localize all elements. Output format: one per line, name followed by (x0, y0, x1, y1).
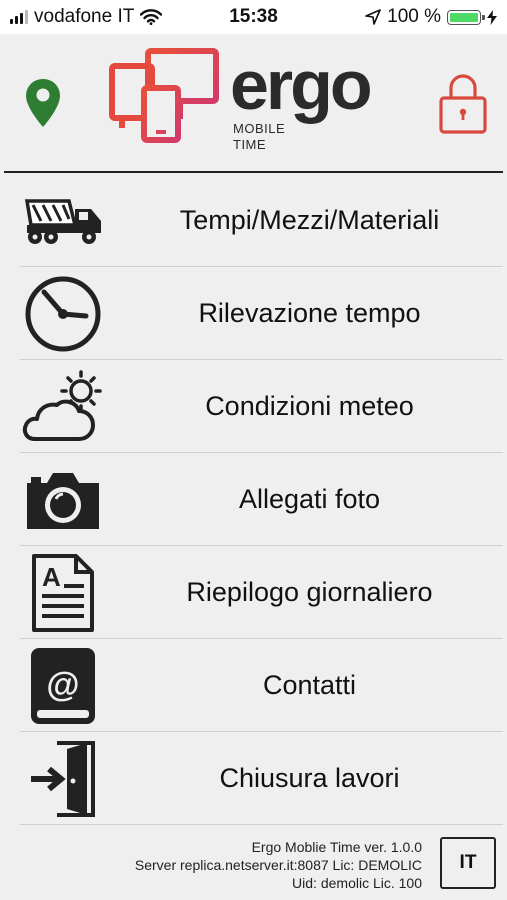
location-arrow-icon (365, 9, 381, 25)
menu-item-allegati-foto[interactable]: Allegati foto (0, 453, 507, 546)
svg-text:A: A (42, 562, 61, 592)
header-divider (4, 171, 503, 173)
weather-icon (20, 370, 106, 444)
clock-icon (20, 276, 106, 352)
menu-item-chiusura-lavori[interactable]: Chiusura lavori (0, 732, 507, 825)
lock-icon[interactable] (438, 72, 488, 134)
menu-item-label: Tempi/Mezzi/Materiali (179, 205, 440, 235)
menu-item-label: Riepilogo giornaliero (186, 577, 433, 607)
menu-item-label: Rilevazione tempo (198, 298, 421, 328)
menu-item-label: Chiusura lavori (219, 763, 400, 793)
language-button[interactable]: IT (440, 837, 496, 889)
logo-sub-line2: TIME (233, 137, 267, 152)
charging-bolt-icon (487, 9, 497, 25)
server-text: Server replica.netserver.it:8087 Lic: DE… (134, 857, 422, 873)
truck-icon (20, 184, 106, 258)
svg-text:@: @ (46, 666, 79, 704)
menu-item-label: Allegati foto (238, 484, 381, 514)
version-text: Ergo Moblie Time ver. 1.0.0 (251, 839, 422, 855)
menu-item-contatti[interactable]: @ Contatti (0, 639, 507, 732)
exit-door-icon (20, 741, 106, 817)
menu-divider (20, 824, 503, 825)
logo-sub-line1: MOBILE (233, 121, 286, 136)
menu-item-label: Contatti (262, 670, 357, 700)
battery-icon (447, 9, 485, 25)
menu-item-label: Condizioni meteo (205, 391, 414, 421)
status-bar: vodafone IT 15:38 100 % (0, 0, 507, 34)
ergo-logo-icon (109, 48, 219, 143)
status-bar-right: 100 % (365, 6, 497, 28)
menu-item-rilevazione-tempo[interactable]: Rilevazione tempo (0, 267, 507, 360)
document-icon: A (20, 554, 106, 632)
menu-item-condizioni-meteo[interactable]: Condizioni meteo (0, 360, 507, 453)
app-info: Ergo Moblie Time ver. 1.0.0 Server repli… (135, 838, 422, 892)
logo-subtitle: MOBILE TIME (233, 121, 285, 153)
address-book-icon: @ (20, 648, 106, 724)
location-pin-icon[interactable] (24, 78, 62, 128)
logo-word: ergo (230, 46, 373, 124)
uid-text: Uid: demolic Lic. 100 (292, 875, 422, 891)
main-menu: Tempi/Mezzi/Materiali Rilevazione tempo (0, 174, 507, 825)
camera-icon (20, 463, 106, 537)
menu-item-riepilogo-giornaliero[interactable]: A Riepilogo giornaliero (0, 546, 507, 639)
menu-item-tempi-mezzi-materiali[interactable]: Tempi/Mezzi/Materiali (0, 174, 507, 267)
battery-percent: 100 % (387, 6, 441, 27)
